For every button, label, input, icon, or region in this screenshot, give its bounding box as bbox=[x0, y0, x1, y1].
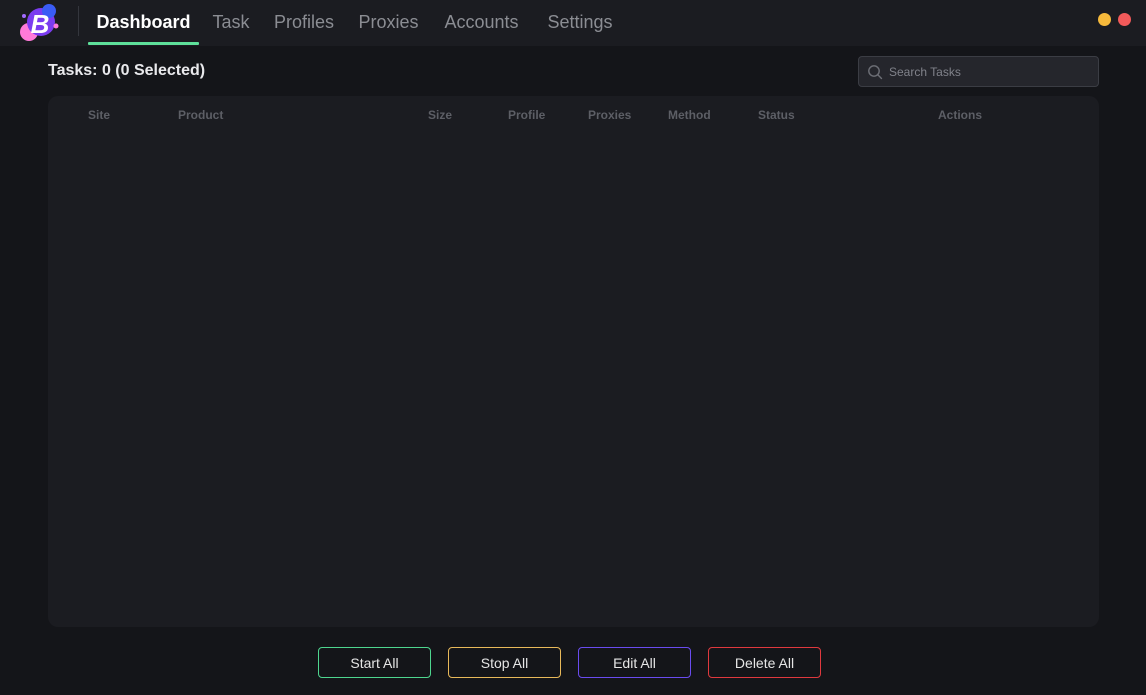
tab-dashboard[interactable]: Dashboard bbox=[88, 0, 199, 46]
column-header-product[interactable]: Product bbox=[178, 108, 223, 122]
app-window: B Dashboard Task Profiles Proxies Accoun… bbox=[0, 0, 1146, 695]
close-button[interactable] bbox=[1118, 13, 1131, 26]
tab-proxies[interactable]: Proxies bbox=[358, 0, 419, 46]
column-header-size[interactable]: Size bbox=[428, 108, 452, 122]
column-header-actions[interactable]: Actions bbox=[938, 108, 982, 122]
minimize-button[interactable] bbox=[1098, 13, 1111, 26]
search-input[interactable] bbox=[889, 57, 1094, 86]
search-box[interactable] bbox=[858, 56, 1099, 87]
logo-icon: B bbox=[20, 4, 59, 41]
tasks-summary: Tasks: 0 (0 Selected) bbox=[48, 62, 206, 79]
column-header-profile[interactable]: Profile bbox=[508, 108, 545, 122]
tab-profiles[interactable]: Profiles bbox=[273, 0, 335, 46]
logo-divider bbox=[78, 6, 79, 36]
column-header-proxies[interactable]: Proxies bbox=[588, 108, 631, 122]
start-all-button[interactable]: Start All bbox=[318, 647, 431, 678]
tab-accounts[interactable]: Accounts bbox=[443, 0, 520, 46]
column-header-status[interactable]: Status bbox=[758, 108, 795, 122]
table-body bbox=[48, 132, 1099, 627]
column-header-method[interactable]: Method bbox=[668, 108, 711, 122]
delete-all-button[interactable]: Delete All bbox=[708, 647, 821, 678]
logo-letter: B bbox=[31, 9, 50, 39]
tasks-table: Site Product Size Profile Proxies Method… bbox=[48, 96, 1099, 627]
top-bar: B Dashboard Task Profiles Proxies Accoun… bbox=[0, 0, 1146, 46]
edit-all-button[interactable]: Edit All bbox=[578, 647, 691, 678]
tab-task[interactable]: Task bbox=[212, 0, 250, 46]
column-header-site[interactable]: Site bbox=[88, 108, 110, 122]
stop-all-button[interactable]: Stop All bbox=[448, 647, 561, 678]
search-icon bbox=[868, 65, 883, 80]
tab-settings[interactable]: Settings bbox=[547, 0, 613, 46]
